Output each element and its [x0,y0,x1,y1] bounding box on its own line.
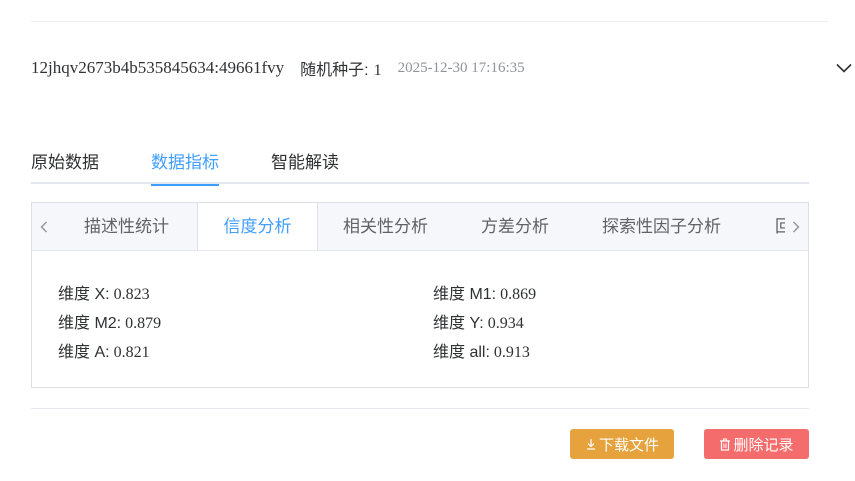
tab-descriptive-stats[interactable]: 描述性统计 [84,203,169,250]
metric-label: 维度 Y: [433,315,484,332]
metric-label: 维度 M2: [58,315,122,332]
tab-exploratory-factor-analysis[interactable]: 探索性因子分析 [602,203,721,250]
metric-item: 维度 A: 0.821 [58,338,150,362]
record-timestamp: 2025-12-30 17:16:35 [397,59,525,76]
tab-raw-data[interactable]: 原始数据 [31,148,99,184]
metric-value: 0.879 [125,315,162,332]
chevron-left-icon [40,221,47,233]
metric-item: 维度 M1: 0.869 [433,280,536,304]
metrics-card: 描述性统计 信度分析 相关性分析 方差分析 探索性因子分析 回 维度 X: 0.… [31,202,809,388]
metric-value: 0.869 [500,286,537,303]
tab-reliability-analysis[interactable]: 信度分析 [197,203,318,250]
tab-smart-interpretation[interactable]: 智能解读 [271,148,339,184]
tab-correlation-analysis[interactable]: 相关性分析 [343,203,428,250]
analysis-tabs: 描述性统计 信度分析 相关性分析 方差分析 探索性因子分析 回 [32,203,808,251]
metric-value: 0.934 [487,315,524,332]
metric-value: 0.913 [493,344,530,361]
top-divider [31,21,828,22]
chevron-down-icon [836,63,852,73]
metric-label: 维度 A: [58,344,110,361]
metric-item: 维度 M2: 0.879 [58,309,161,333]
metric-item: 维度 Y: 0.934 [433,309,524,333]
delete-record-label: 删除记录 [733,436,794,454]
seed-value: 1 [373,62,382,79]
chevron-right-icon [793,221,800,233]
tab-variance-analysis[interactable]: 方差分析 [481,203,549,250]
random-seed: 随机种子: 1 [300,56,381,80]
download-file-label: 下载文件 [598,436,659,454]
metric-label: 维度 X: [58,286,110,303]
metric-label: 维度 all: [433,344,490,361]
bottom-divider [31,408,809,409]
record-id: 12jhqv2673b4b535845634:49661fvy [31,58,285,77]
download-icon [586,439,595,450]
tab-data-metrics[interactable]: 数据指标 [151,148,219,186]
delete-record-button[interactable]: 删除记录 [704,429,809,459]
expand-toggle[interactable] [832,56,855,80]
tabs-next-button[interactable] [784,203,808,250]
record-header[interactable]: 12jhqv2673b4b535845634:49661fvy 随机种子: 1 … [31,56,852,80]
trash-icon [720,438,731,451]
metric-item: 维度 all: 0.913 [433,338,530,362]
metric-value: 0.821 [113,344,150,361]
metric-item: 维度 X: 0.823 [58,280,150,304]
metric-value: 0.823 [113,286,150,303]
seed-label: 随机种子: [300,62,369,79]
tabs-prev-button[interactable] [32,203,56,250]
metric-label: 维度 M1: [433,286,497,303]
download-file-button[interactable]: 下载文件 [570,429,674,459]
main-tabs: 原始数据 数据指标 智能解读 [31,140,809,186]
